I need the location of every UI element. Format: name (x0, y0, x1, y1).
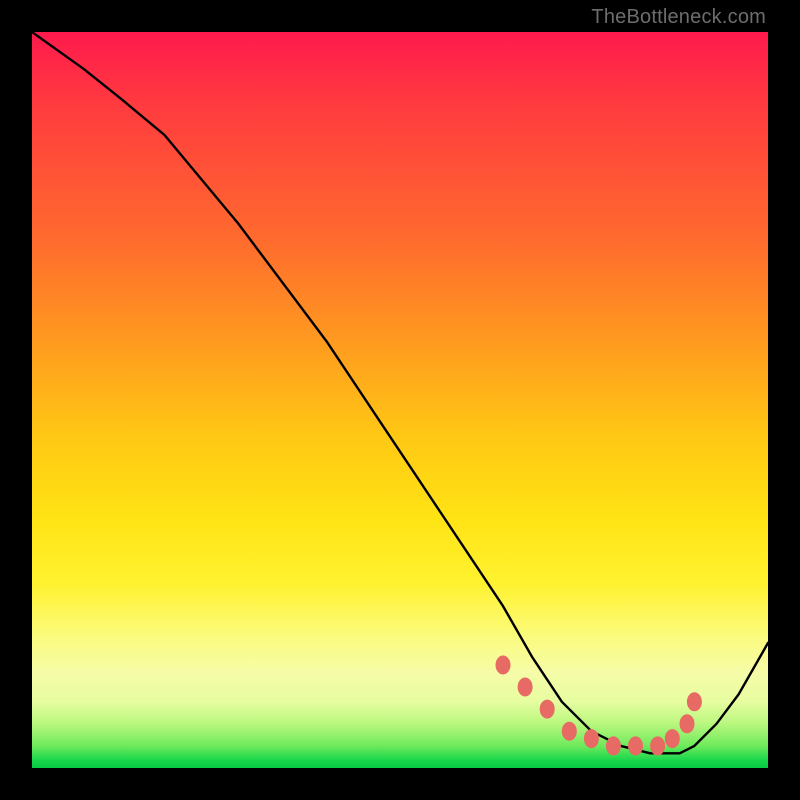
marker-dot (540, 700, 554, 718)
curve-svg (32, 32, 768, 768)
marker-dot (496, 656, 510, 674)
marker-dot (629, 737, 643, 755)
watermark-text: TheBottleneck.com (591, 6, 766, 29)
marker-dot (584, 730, 598, 748)
marker-dot (562, 722, 576, 740)
marker-dot (665, 730, 679, 748)
chart-frame: TheBottleneck.com (0, 0, 800, 800)
marker-dots (496, 656, 701, 755)
marker-dot (680, 715, 694, 733)
marker-dot (687, 693, 701, 711)
marker-dot (651, 737, 665, 755)
marker-dot (518, 678, 532, 696)
bottleneck-curve (32, 32, 768, 753)
plot-area (32, 32, 768, 768)
marker-dot (606, 737, 620, 755)
